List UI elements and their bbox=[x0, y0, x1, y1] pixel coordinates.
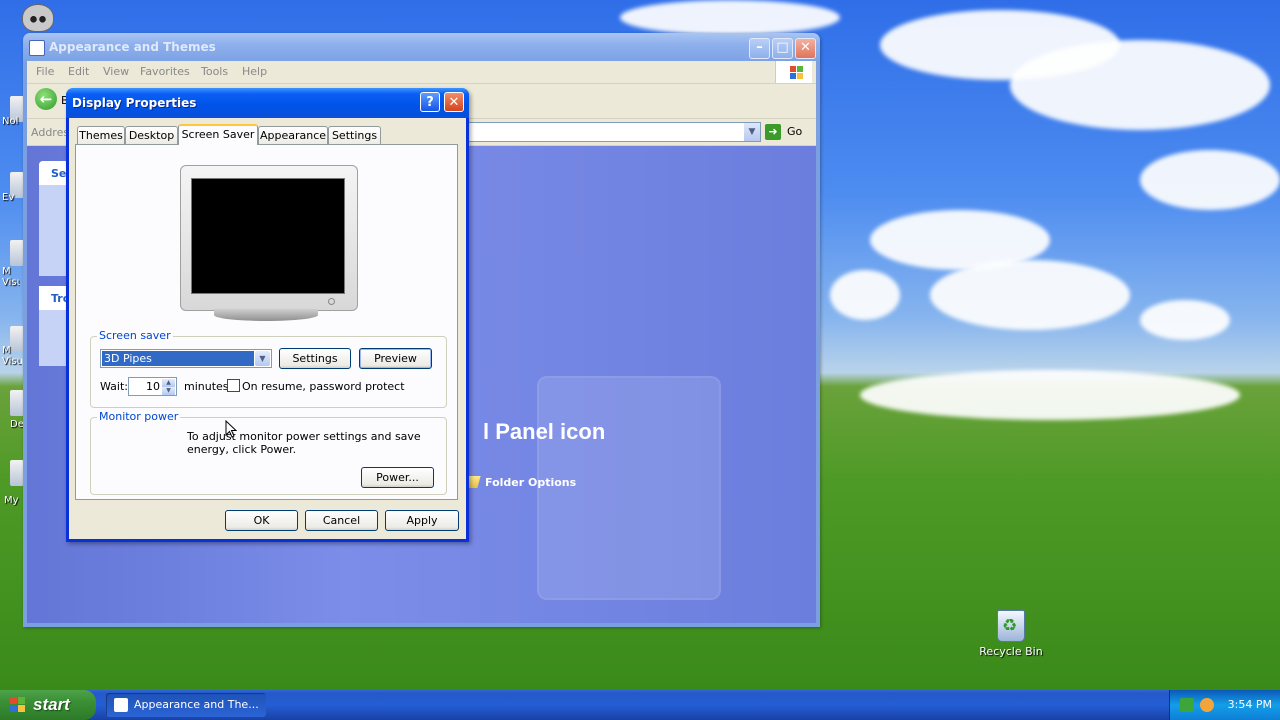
cloud bbox=[1010, 40, 1270, 130]
explorer-titlebar[interactable]: Appearance and Themes – □ ✕ bbox=[23, 33, 820, 61]
recycle-bin-icon bbox=[997, 610, 1025, 642]
desktop-icon-label: M Visu bbox=[2, 266, 20, 288]
folder-options-label: Folder Options bbox=[485, 476, 577, 489]
monitor-icon bbox=[180, 165, 358, 311]
desktop-icon[interactable] bbox=[10, 240, 24, 266]
cloud bbox=[620, 0, 840, 35]
ok-button[interactable]: OK bbox=[225, 510, 298, 531]
taskbar: start Appearance and The... 3:54 PM bbox=[0, 690, 1280, 720]
clock: 3:54 PM bbox=[1227, 698, 1272, 711]
cancel-button[interactable]: Cancel bbox=[305, 510, 378, 531]
monitor-power-group: Monitor power To adjust monitor power se… bbox=[90, 410, 447, 495]
close-button[interactable]: ✕ bbox=[795, 38, 816, 59]
minutes-label: minutes bbox=[184, 380, 229, 393]
cloud bbox=[1140, 150, 1280, 210]
menu-file[interactable]: File bbox=[36, 65, 54, 78]
monitor-stand bbox=[214, 309, 318, 321]
windows-logo-icon bbox=[10, 697, 26, 713]
address-input[interactable]: ▼ bbox=[467, 122, 761, 142]
wait-value: 10 bbox=[146, 380, 160, 393]
raccoon-icon[interactable] bbox=[22, 4, 54, 32]
monitor-power-group-label: Monitor power bbox=[97, 410, 181, 423]
preview-screen bbox=[191, 178, 345, 294]
tab-screen-saver[interactable]: Screen Saver bbox=[178, 124, 258, 145]
control-panel-icon bbox=[29, 40, 45, 56]
cloud bbox=[830, 270, 900, 320]
screen-saver-panel: Screen saver 3D Pipes ▼ Settings Preview… bbox=[75, 144, 458, 500]
preview-button[interactable]: Preview bbox=[359, 348, 432, 369]
desktop-icon-recycle-bin[interactable]: Recycle Bin bbox=[971, 610, 1051, 658]
desktop-icon-label: Ev bbox=[2, 192, 15, 203]
menu-edit[interactable]: Edit bbox=[68, 65, 89, 78]
tab-themes[interactable]: Themes bbox=[77, 126, 125, 144]
pick-control-panel-heading: l Panel icon bbox=[483, 419, 606, 444]
password-protect-label[interactable]: On resume, password protect bbox=[242, 380, 405, 393]
desktop-icon-label: Nol bbox=[2, 116, 19, 127]
start-label: start bbox=[33, 695, 70, 714]
minimize-button[interactable]: – bbox=[749, 38, 770, 59]
screen-saver-settings-button[interactable]: Settings bbox=[279, 348, 351, 369]
chevron-down-icon[interactable]: ▼ bbox=[744, 123, 760, 141]
dialog-title: Display Properties bbox=[72, 96, 197, 110]
desktop-icon[interactable] bbox=[10, 390, 24, 416]
menubar: File Edit View Favorites Tools Help bbox=[27, 61, 816, 84]
mouse-cursor-icon bbox=[225, 420, 237, 438]
cloud bbox=[860, 370, 1240, 420]
screen-saver-select[interactable]: 3D Pipes ▼ bbox=[100, 349, 272, 368]
monitor-preview bbox=[180, 165, 358, 323]
menu-tools[interactable]: Tools bbox=[201, 65, 228, 78]
dialog-body: Themes Desktop Screen Saver Appearance S… bbox=[69, 118, 466, 539]
explorer-title: Appearance and Themes bbox=[49, 40, 216, 54]
dialog-titlebar[interactable]: Display Properties ? ✕ bbox=[66, 88, 469, 118]
screen-saver-group-label: Screen saver bbox=[97, 329, 173, 342]
help-button[interactable]: ? bbox=[420, 92, 440, 112]
wait-label: Wait: bbox=[100, 380, 128, 393]
screen-saver-group: Screen saver 3D Pipes ▼ Settings Preview… bbox=[90, 329, 447, 408]
go-button[interactable]: Go bbox=[787, 125, 802, 138]
system-tray: 3:54 PM bbox=[1169, 690, 1280, 720]
back-arrow-icon[interactable]: ← bbox=[35, 88, 57, 110]
go-arrow-icon[interactable]: ➜ bbox=[765, 124, 781, 140]
tab-desktop[interactable]: Desktop bbox=[125, 126, 178, 144]
search-icon[interactable] bbox=[1200, 698, 1214, 712]
chevron-down-icon[interactable]: ▼ bbox=[255, 351, 270, 366]
menu-favorites[interactable]: Favorites bbox=[140, 65, 190, 78]
apply-button[interactable]: Apply bbox=[385, 510, 459, 531]
taskbar-button-appearance-and-themes[interactable]: Appearance and The... bbox=[106, 693, 266, 717]
screen-saver-selected: 3D Pipes bbox=[102, 351, 254, 366]
spin-down-icon[interactable]: ▼ bbox=[162, 387, 175, 395]
menu-help[interactable]: Help bbox=[242, 65, 267, 78]
start-button[interactable]: start bbox=[0, 690, 96, 720]
maximize-button[interactable]: □ bbox=[772, 38, 793, 59]
display-properties-dialog: Display Properties ? ✕ Themes Desktop Sc… bbox=[66, 88, 469, 542]
windows-logo-icon bbox=[775, 61, 812, 83]
wait-minutes-stepper[interactable]: 10 ▲ ▼ bbox=[128, 377, 177, 396]
cloud bbox=[930, 260, 1130, 330]
taskbar-button-label: Appearance and The... bbox=[134, 698, 259, 711]
power-led-icon bbox=[328, 298, 335, 305]
desktop-icon[interactable] bbox=[10, 460, 24, 486]
dialog-close-button[interactable]: ✕ bbox=[444, 92, 464, 112]
control-panel-icon bbox=[114, 698, 128, 712]
menu-view[interactable]: View bbox=[103, 65, 129, 78]
folder-options-link[interactable]: Folder Options bbox=[465, 476, 577, 489]
recycle-bin-label: Recycle Bin bbox=[979, 645, 1043, 658]
password-protect-checkbox[interactable] bbox=[227, 379, 240, 392]
tab-settings[interactable]: Settings bbox=[328, 126, 381, 144]
desktop-icon-label: M Visu bbox=[2, 345, 22, 367]
tab-appearance[interactable]: Appearance bbox=[258, 126, 328, 144]
power-button[interactable]: Power... bbox=[361, 467, 434, 488]
spin-up-icon[interactable]: ▲ bbox=[162, 379, 175, 387]
network-icon[interactable] bbox=[1180, 698, 1194, 712]
cloud bbox=[1140, 300, 1230, 340]
